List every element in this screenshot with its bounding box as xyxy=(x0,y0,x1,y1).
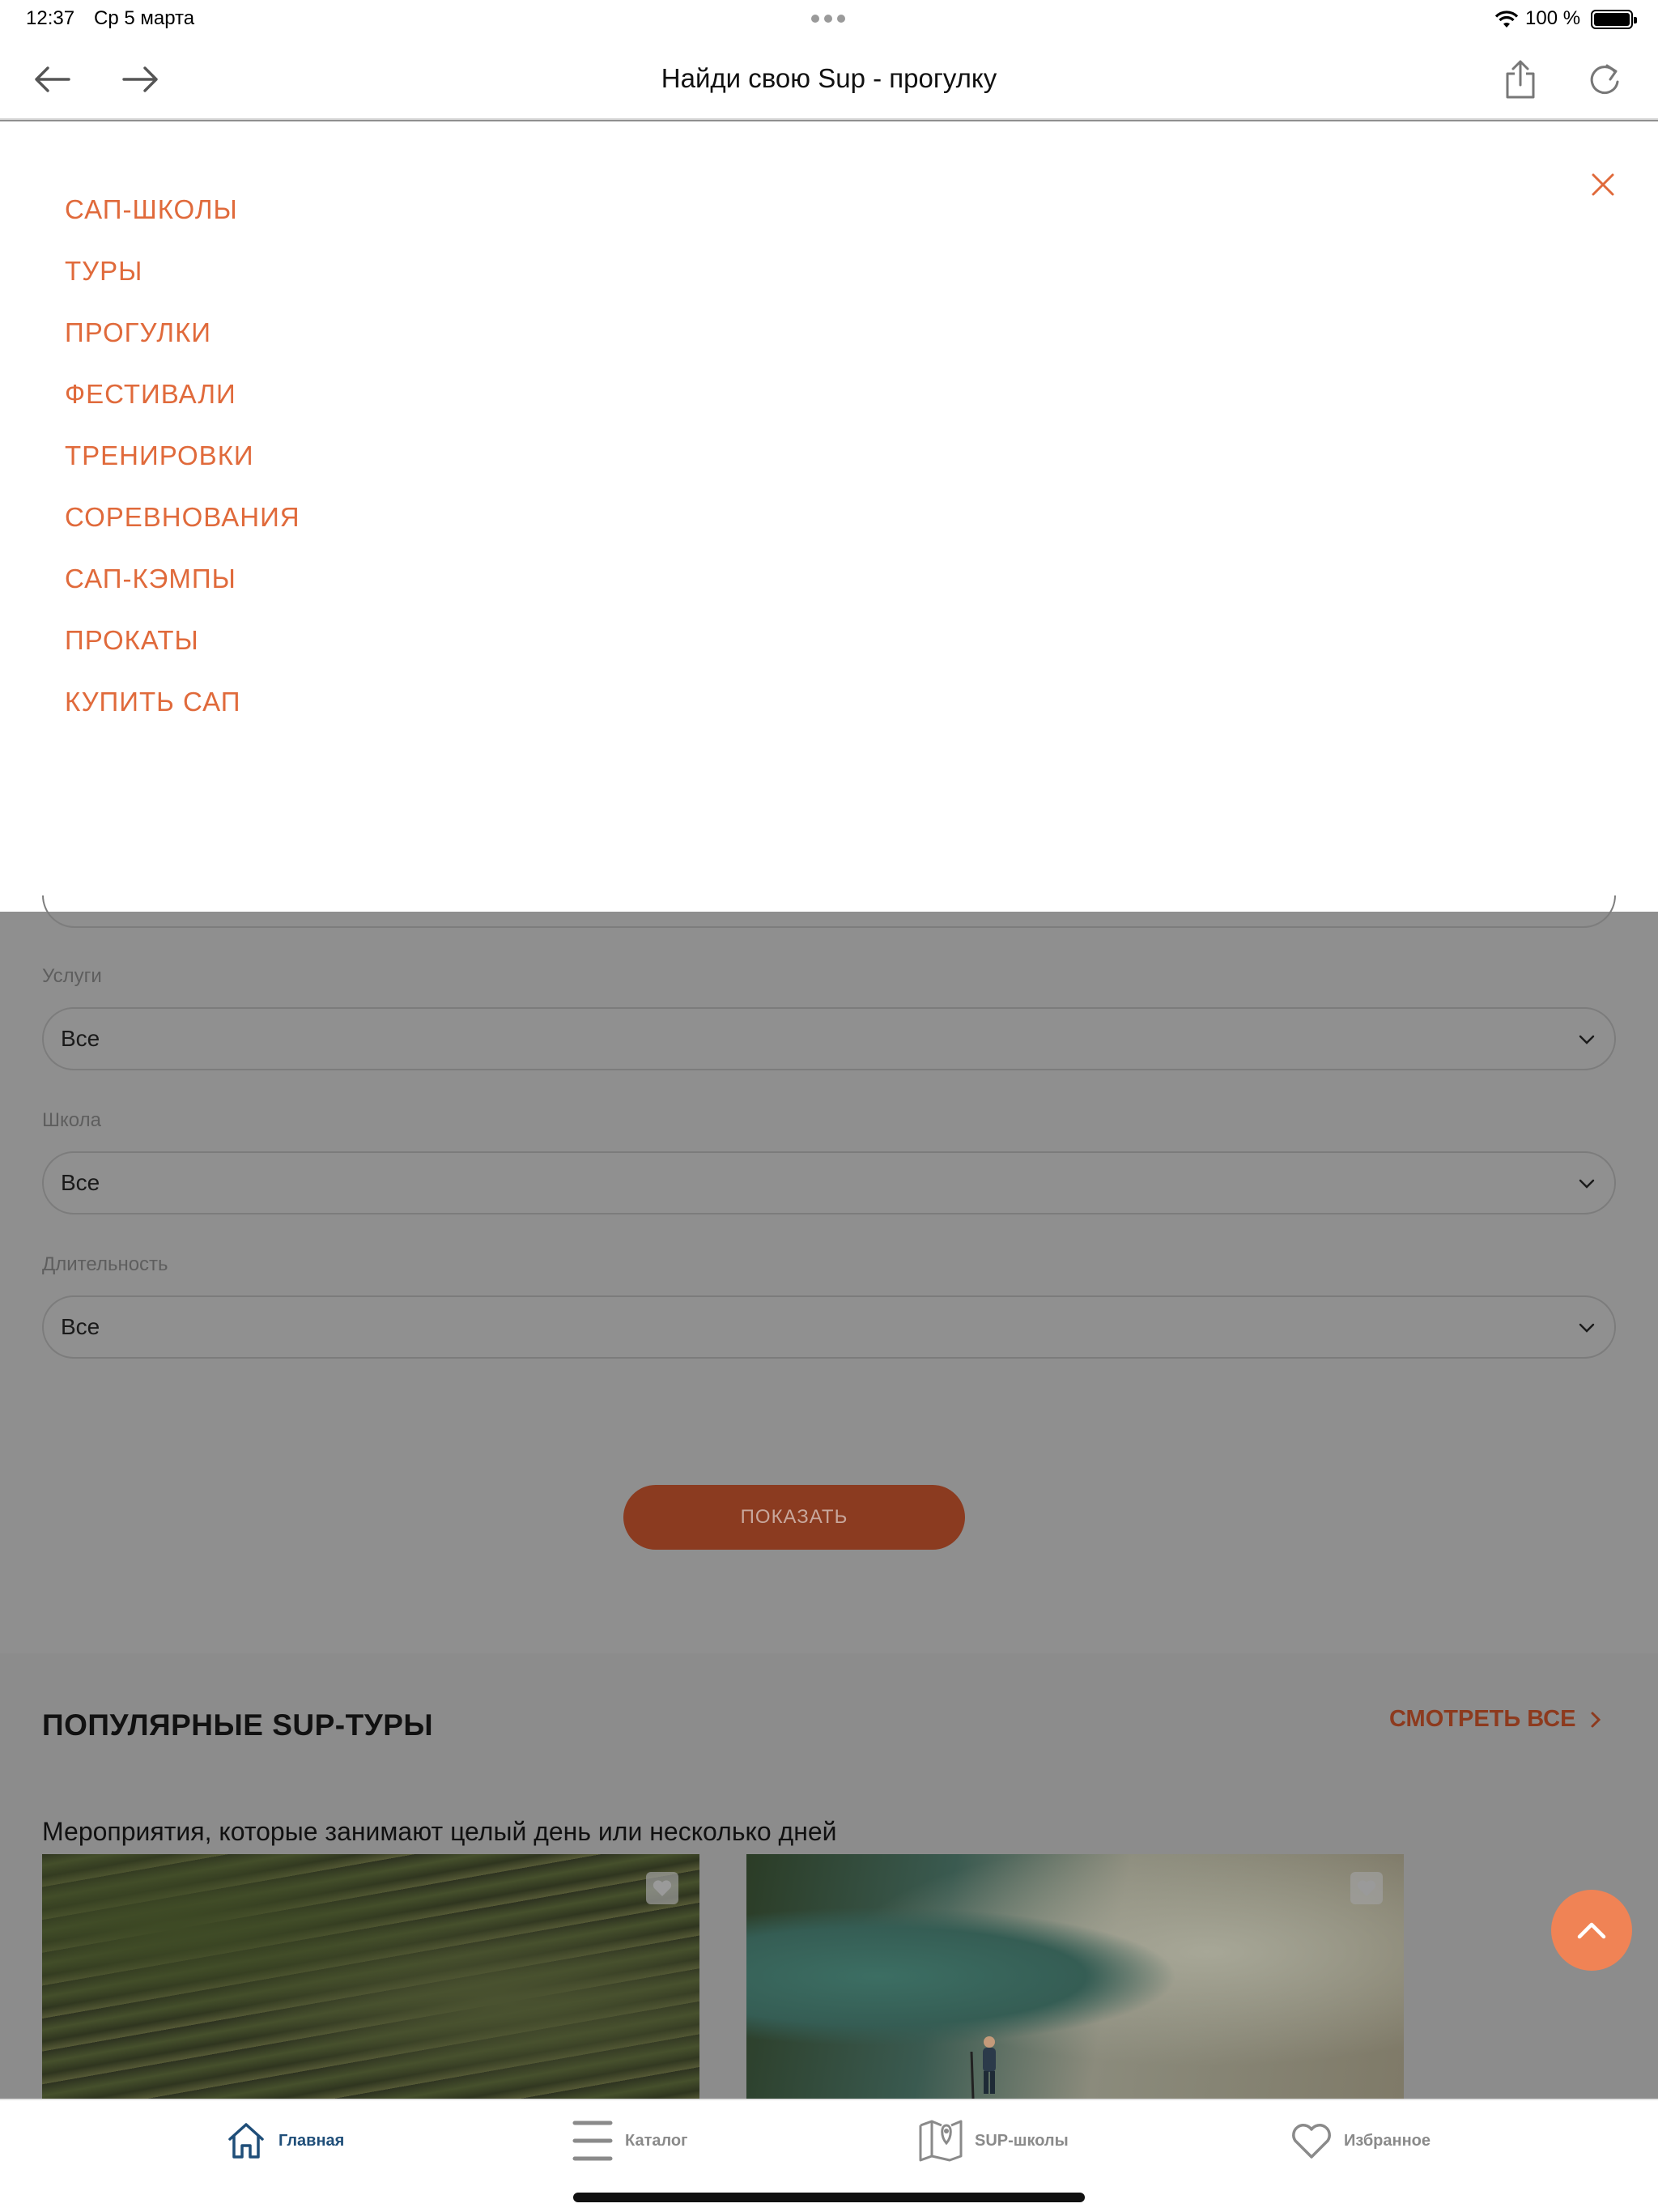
menu-item-competitions[interactable]: СОРЕВНОВАНИЯ xyxy=(65,502,300,564)
reload-icon xyxy=(1590,64,1619,95)
menu-item-festivals[interactable]: ФЕСТИВАЛИ xyxy=(65,379,300,440)
scroll-to-top-button[interactable] xyxy=(1551,1890,1632,1971)
menu-item-walks[interactable]: ПРОГУЛКИ xyxy=(65,317,300,379)
menu-item-buy-sup[interactable]: КУПИТЬ САП xyxy=(65,687,300,748)
menu-item-sup-camps[interactable]: САП-КЭМПЫ xyxy=(65,564,300,625)
show-button[interactable]: ПОКАЗАТЬ xyxy=(623,1485,965,1550)
chevron-right-icon xyxy=(1591,1712,1601,1727)
battery-percent: 100 % xyxy=(1525,7,1581,29)
menu-list: САП-ШКОЛЫ ТУРЫ ПРОГУЛКИ ФЕСТИВАЛИ ТРЕНИР… xyxy=(65,194,300,748)
bottom-tab-bar: Главная Каталог SUP-школы Избранное xyxy=(0,2099,1658,2212)
menu-item-rentals[interactable]: ПРОКАТЫ xyxy=(65,625,300,687)
battery-icon xyxy=(1591,10,1637,29)
menu-item-sup-schools[interactable]: САП-ШКОЛЫ xyxy=(65,194,300,256)
duration-label: Длительность xyxy=(42,1253,168,1275)
reload-button[interactable] xyxy=(1584,58,1626,100)
share-icon xyxy=(1506,60,1535,99)
menu-item-trainings[interactable]: ТРЕНИРОВКИ xyxy=(65,440,300,502)
favorite-button[interactable] xyxy=(1350,1872,1383,1904)
duration-value: Все xyxy=(61,1314,100,1339)
tab-sup-schools-label: SUP-школы xyxy=(975,2131,1069,2150)
school-value: Все xyxy=(61,1170,100,1195)
status-date: Ср 5 марта xyxy=(94,7,195,29)
home-indicator[interactable] xyxy=(573,2193,1085,2202)
chevron-down-icon xyxy=(1575,1317,1598,1339)
see-all-link[interactable]: СМОТРЕТЬ ВСЕ xyxy=(1389,1706,1601,1733)
select-partial[interactable] xyxy=(42,895,1616,928)
tab-home[interactable]: Главная xyxy=(225,2116,344,2165)
status-time: 12:37 xyxy=(26,7,75,29)
services-label: Услуги xyxy=(42,965,102,987)
home-icon xyxy=(228,2123,264,2159)
tour-card[interactable] xyxy=(42,1854,699,2099)
tour-card[interactable] xyxy=(746,1854,1404,2099)
tab-sup-schools[interactable]: SUP-школы xyxy=(918,2116,1069,2165)
school-select[interactable]: Все xyxy=(42,1151,1616,1214)
wifi-icon xyxy=(1494,10,1519,35)
favorite-button[interactable] xyxy=(646,1872,678,1904)
duration-select[interactable]: Все xyxy=(42,1295,1616,1359)
tab-home-label: Главная xyxy=(278,2131,345,2150)
tab-favorites[interactable]: Избранное xyxy=(1290,2116,1431,2165)
browser-toolbar: Найди свою Sup - прогулку xyxy=(0,39,1658,120)
school-label: Школа xyxy=(42,1109,101,1131)
section-title: ПОПУЛЯРНЫЕ SUP-ТУРЫ xyxy=(42,1708,434,1742)
page-title: Найди свою Sup - прогулку xyxy=(661,63,997,93)
filter-section: Услуги Все Школа Все Длительность Все ПО… xyxy=(0,895,1658,1653)
navigation-menu: САП-ШКОЛЫ ТУРЫ ПРОГУЛКИ ФЕСТИВАЛИ ТРЕНИР… xyxy=(0,121,1658,912)
paddler-figure xyxy=(970,2036,996,2099)
heart-icon xyxy=(1292,2124,1331,2159)
heart-icon xyxy=(1357,1880,1376,1896)
share-button[interactable] xyxy=(1499,58,1541,100)
see-all-label: СМОТРЕТЬ ВСЕ xyxy=(1389,1706,1576,1732)
chevron-down-icon xyxy=(1575,1172,1598,1195)
map-icon xyxy=(919,2120,963,2162)
close-menu-button[interactable] xyxy=(1585,167,1621,202)
section-subtitle: Мероприятия, которые занимают целый день… xyxy=(42,1817,837,1846)
menu-icon xyxy=(572,2121,613,2161)
tab-catalog[interactable]: Каталог xyxy=(572,2116,687,2165)
heart-icon xyxy=(653,1880,672,1896)
tab-favorites-label: Избранное xyxy=(1344,2131,1431,2150)
services-select[interactable]: Все xyxy=(42,1007,1616,1070)
status-bar: 12:37 Ср 5 марта 100 % xyxy=(0,0,1658,39)
chevron-down-icon xyxy=(1575,1028,1598,1051)
popular-tours-section: ПОПУЛЯРНЫЕ SUP-ТУРЫ СМОТРЕТЬ ВСЕ Меропри… xyxy=(0,1653,1658,2099)
tab-catalog-label: Каталог xyxy=(625,2131,688,2150)
services-value: Все xyxy=(61,1026,100,1051)
menu-item-tours[interactable]: ТУРЫ xyxy=(65,256,300,317)
chevron-up-icon xyxy=(1577,1922,1606,1939)
close-icon xyxy=(1592,173,1614,196)
multitask-dots-icon[interactable] xyxy=(811,15,845,23)
